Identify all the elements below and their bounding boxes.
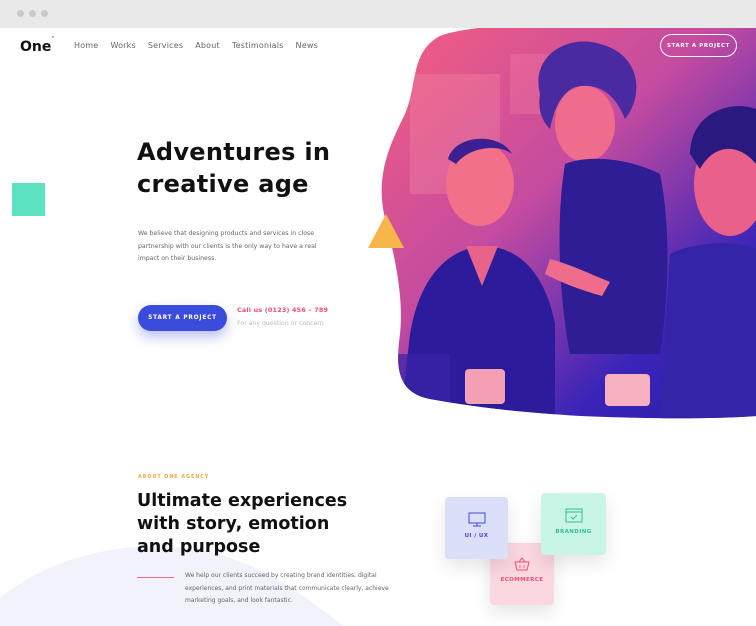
- service-card-label: UI / UX: [464, 533, 489, 539]
- decorative-green-square: [12, 183, 45, 216]
- logo-mark: •: [51, 35, 55, 42]
- window-dot-icon: [17, 10, 24, 17]
- decorative-yellow-triangle: [368, 214, 404, 248]
- hero-description: We believe that designing products and s…: [138, 230, 317, 262]
- nav-item-news[interactable]: News: [296, 41, 318, 50]
- section-title: Ultimate experiences with story, emotion…: [137, 491, 348, 557]
- decorative-divider: [137, 577, 174, 578]
- main-nav: Home Works Services About Testimonials N…: [74, 41, 318, 50]
- nav-item-about[interactable]: About: [195, 41, 220, 50]
- nav-item-testimonials[interactable]: Testimonials: [232, 41, 284, 50]
- section-eyebrow: ABOUT ONE AGENCY: [138, 475, 210, 480]
- nav-item-works[interactable]: Works: [110, 41, 135, 50]
- logo[interactable]: One•: [20, 35, 55, 55]
- page: START A PROJECT One• Home Works Services…: [0, 28, 756, 626]
- call-us-link[interactable]: Call us (0123) 456 – 789: [237, 306, 328, 314]
- basket-icon: [514, 557, 530, 571]
- call-us-subtext: For any question or concern: [237, 320, 324, 327]
- service-card-label: BRANDING: [555, 529, 592, 535]
- hero-title: Adventures in creative age: [137, 136, 357, 200]
- hero-image: [381, 28, 756, 419]
- monitor-icon: [468, 512, 485, 527]
- browser-check-icon: [565, 508, 582, 523]
- nav-item-services[interactable]: Services: [148, 41, 183, 50]
- service-card-branding[interactable]: BRANDING: [541, 493, 606, 555]
- hero-title-line-1: Adventures in: [137, 138, 331, 166]
- start-project-button[interactable]: START A PROJECT: [138, 305, 227, 331]
- logo-text: One: [20, 39, 52, 55]
- hero-title-line-2: creative age: [137, 170, 309, 198]
- service-card-uiux[interactable]: UI / UX: [445, 497, 508, 559]
- nav-item-home[interactable]: Home: [74, 41, 98, 50]
- section-description: We help our clients succeed by creating …: [185, 572, 389, 604]
- service-card-label: ECOMMERCE: [500, 577, 544, 583]
- window-dot-icon: [29, 10, 36, 17]
- window-dot-icon: [41, 10, 48, 17]
- header-start-project-button[interactable]: START A PROJECT: [660, 34, 737, 57]
- browser-chrome: [0, 0, 756, 28]
